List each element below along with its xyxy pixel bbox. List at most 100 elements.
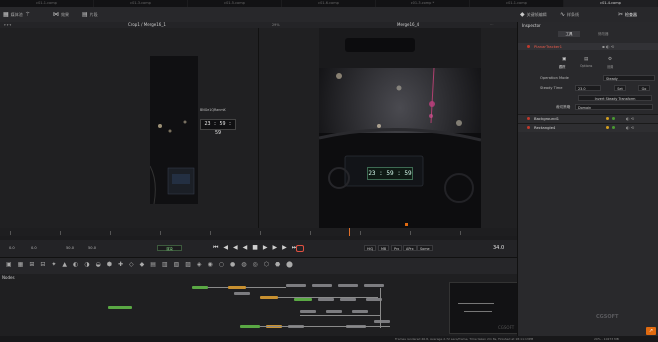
tool-row-icons[interactable]: ◐ ⟲ xyxy=(626,116,634,121)
status-bar: Frames rendered 46.8, Average 2.72 secs/… xyxy=(0,336,658,342)
tab-tools[interactable]: 工具 xyxy=(558,31,580,37)
clips-label: 片段 xyxy=(89,11,98,17)
spline-button[interactable]: ∿ 样条线 xyxy=(560,9,579,20)
file-tab[interactable]: c01-6.comp xyxy=(282,0,376,7)
nodes-button[interactable]: ⋈ 效果 xyxy=(53,9,69,20)
operation-mode-select[interactable]: Steady xyxy=(603,75,655,81)
clip-policy-select[interactable]: Domain xyxy=(575,104,653,110)
node-item[interactable] xyxy=(338,284,358,287)
subtab-settings[interactable]: 设置 xyxy=(607,64,613,69)
subtab-options[interactable]: Options xyxy=(580,64,592,68)
node-item[interactable] xyxy=(294,298,312,301)
file-tab-active[interactable]: c01-4.comp xyxy=(564,0,658,7)
spline-label: 样条线 xyxy=(567,11,580,17)
node-item[interactable] xyxy=(300,310,316,313)
node-item[interactable] xyxy=(352,310,368,313)
file-tab[interactable]: c01-1.comp xyxy=(0,0,94,7)
clips-icon: ▤ xyxy=(82,10,88,18)
node-item[interactable] xyxy=(260,296,278,299)
node-item[interactable] xyxy=(228,286,246,289)
node-item[interactable] xyxy=(326,310,342,313)
playhead[interactable] xyxy=(349,228,350,236)
tool-name-background: Background1 xyxy=(534,116,560,121)
steady-time-label: Steady Time xyxy=(540,86,563,90)
invert-steady-button[interactable]: Invert Steady Transform xyxy=(578,95,652,101)
mb-toggle[interactable]: MB xyxy=(378,245,390,251)
inspector-button[interactable]: ✂ 检查器 xyxy=(618,9,637,20)
export-icon[interactable]: ↗ xyxy=(646,327,656,335)
options-icon[interactable]: ▤ xyxy=(584,57,588,62)
loop-icon[interactable] xyxy=(296,245,304,252)
color-dot xyxy=(606,117,609,120)
media-pool-button[interactable]: ▦ 媒体池 xyxy=(3,9,23,20)
tool-row-icons[interactable]: ◐ ⟲ xyxy=(626,125,634,130)
end-frame[interactable]: 50.0 xyxy=(88,246,96,250)
main-toolbar: ▦ 媒体池 ⚚ ⋈ 效果 ▤ 片段 ◆ 关键帧编辑 ∿ 样条线 ✂ 检查器 xyxy=(0,7,658,23)
ruler-tick xyxy=(60,231,61,235)
prx-toggle[interactable]: Prx xyxy=(391,245,403,251)
viewer-right[interactable]: 23 : 59 : 59 xyxy=(259,28,517,228)
tool-icons-row[interactable]: ▣▦⊞⊟✦▲◐◑◒⬢✚◇◆▤▥▧▨◈◉○●◍◎⬡⬣⬤ xyxy=(6,261,299,268)
tool-row-background[interactable]: Background1 ◐ ⟲ xyxy=(518,114,658,123)
node-tools-bar: ▣▦⊞⊟✦▲◐◑◒⬢✚◇◆▤▥▧▨◈◉○●◍◎⬡⬣⬤ xyxy=(0,257,517,275)
track-icon[interactable]: ▣ xyxy=(562,57,566,62)
viewer-right-image xyxy=(319,28,481,228)
node-link xyxy=(278,297,378,298)
ruler-tick xyxy=(460,231,461,235)
operation-mode-label: Operation Mode xyxy=(540,76,569,80)
node-item[interactable] xyxy=(312,284,332,287)
node-item[interactable] xyxy=(374,320,390,323)
car-interior-image-left xyxy=(150,56,198,204)
file-tab[interactable]: c01-5.comp xyxy=(188,0,282,7)
node-item[interactable] xyxy=(318,298,334,301)
effects-icon: ⚚ xyxy=(25,10,31,18)
inspector-label: 检查器 xyxy=(625,11,638,17)
settings-icon[interactable]: ⚙ xyxy=(608,57,612,62)
tool-row-planar[interactable]: PlanarTracker1 ▪ ◐ ⟲ xyxy=(518,43,658,50)
ruler-tick xyxy=(110,231,111,235)
aprx-toggle[interactable]: APrx xyxy=(403,245,417,251)
node-item[interactable] xyxy=(364,284,384,287)
out-frame[interactable]: 50.0 xyxy=(66,246,74,250)
tool-row-icons[interactable]: ▪ ◐ ⟲ xyxy=(602,44,614,49)
node-navigator[interactable]: CGSOFT xyxy=(449,282,519,334)
node-item[interactable] xyxy=(240,325,260,328)
hiq-toggle[interactable]: HiQ xyxy=(364,245,377,251)
effects-button[interactable]: ⚚ xyxy=(25,9,30,20)
node-item[interactable] xyxy=(108,306,132,309)
ruler-tick xyxy=(260,231,261,235)
in-frame[interactable]: 0.0 xyxy=(31,246,37,250)
set-button[interactable]: Set xyxy=(614,85,626,91)
node-item[interactable] xyxy=(234,292,250,295)
steady-time-input[interactable]: 23.0 xyxy=(575,85,601,91)
media-pool-icon: ▦ xyxy=(3,10,9,18)
subtab-track[interactable]: 跟踪 xyxy=(559,64,565,69)
file-tab[interactable]: c01-3.comp xyxy=(94,0,188,7)
some-toggle[interactable]: Some xyxy=(417,245,433,251)
render-button[interactable]: 渲染 xyxy=(157,245,182,251)
start-frame[interactable]: 0.0 xyxy=(9,246,15,250)
node-item[interactable] xyxy=(192,286,208,289)
clips-button[interactable]: ▤ 片段 xyxy=(82,9,98,20)
keyframes-icon: ◆ xyxy=(520,10,525,18)
file-tab[interactable]: c01-1.comp xyxy=(470,0,564,7)
node-item[interactable] xyxy=(340,298,356,301)
playback-controls[interactable]: ⏮◀◀◀■▶▶▶⏭ xyxy=(213,244,302,252)
effects-label: 效果 xyxy=(61,11,69,17)
current-frame[interactable]: 34.0 xyxy=(493,245,504,251)
ruler-tick xyxy=(360,231,361,235)
inspector-icon: ✂ xyxy=(618,10,624,18)
time-ruler[interactable] xyxy=(0,223,517,236)
go-button[interactable]: Go xyxy=(638,85,650,91)
color-dot xyxy=(606,126,609,129)
tab-modifiers[interactable]: 修改器 xyxy=(598,31,609,37)
node-item[interactable] xyxy=(286,284,306,287)
tool-row-rectangle[interactable]: Rectangle4 ◐ ⟲ xyxy=(518,123,658,132)
file-tab[interactable]: c01-3.comp * xyxy=(376,0,470,7)
color-dot xyxy=(612,117,615,120)
node-link xyxy=(300,315,380,316)
nodes-panel[interactable]: Nodes CGSOFT xyxy=(0,274,519,336)
viewer-left[interactable]: BNGe1QRanmK 23 : 59 : 59 xyxy=(0,28,258,228)
keyframes-button[interactable]: ◆ 关键帧编辑 xyxy=(520,9,547,20)
inspector-title: Inspector xyxy=(522,23,541,28)
